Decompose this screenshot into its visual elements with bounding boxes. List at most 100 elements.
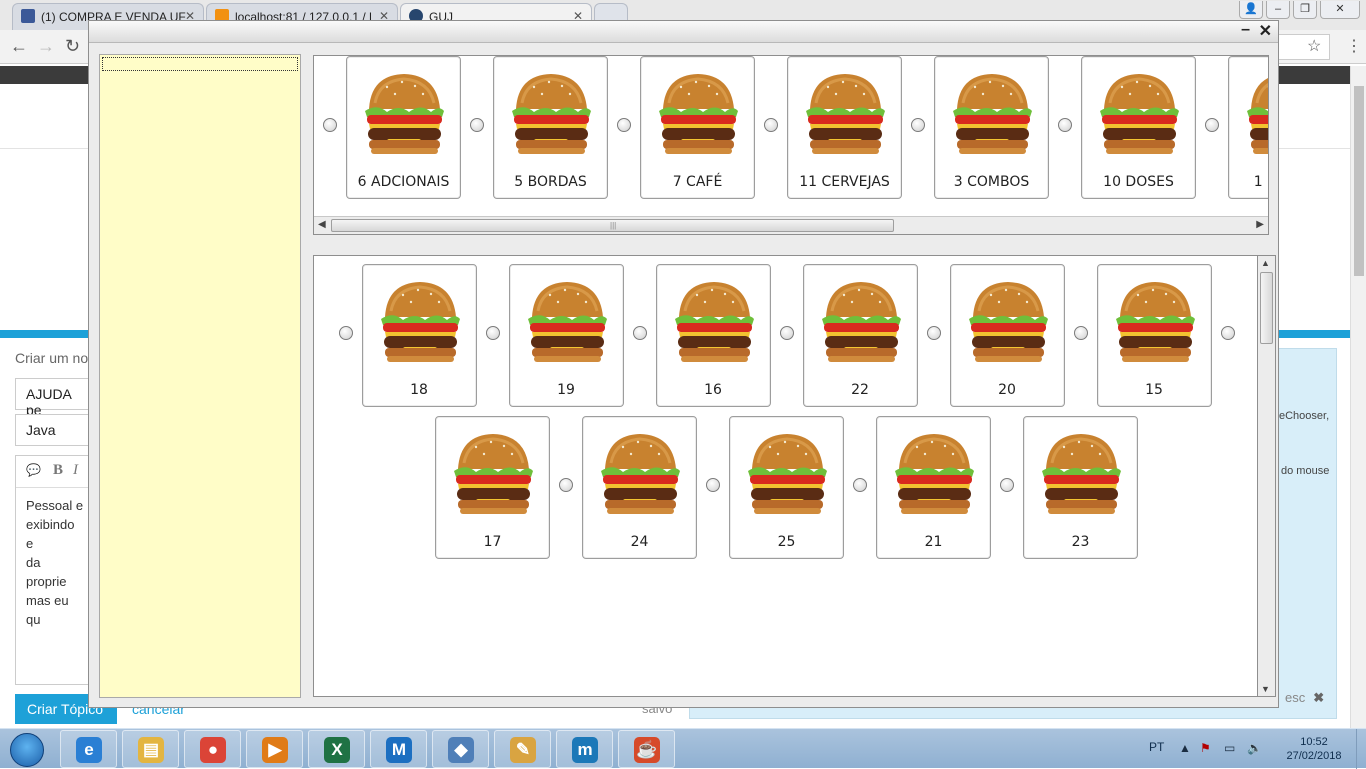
volume-icon[interactable]: 🔈: [1247, 741, 1262, 755]
product-card[interactable]: 21: [876, 416, 991, 559]
page-scrollbar-thumb[interactable]: [1354, 86, 1364, 276]
product-radio[interactable]: [706, 478, 720, 492]
product-card[interactable]: 25: [729, 416, 844, 559]
category-card[interactable]: 6 ADCIONAIS: [346, 56, 461, 199]
product-radio[interactable]: [926, 326, 941, 340]
product-card[interactable]: 20: [949, 264, 1065, 407]
scroll-down-icon[interactable]: ▼: [1261, 684, 1270, 694]
category-label: 10 DOSES: [1103, 174, 1174, 190]
category-card[interactable]: 1 PIZZAS: [1228, 56, 1268, 199]
dialog-close-button[interactable]: ✕: [1259, 21, 1272, 41]
taskbar-button[interactable]: ●: [184, 730, 241, 768]
product-card[interactable]: 15: [1096, 264, 1212, 407]
category-radio[interactable]: [323, 118, 337, 132]
category-card[interactable]: 11 CERVEJAS: [787, 56, 902, 199]
category-label: 11 CERVEJAS: [799, 174, 890, 190]
action-center-icon[interactable]: ⚑: [1200, 741, 1211, 755]
product-card[interactable]: 22: [802, 264, 918, 407]
category-card[interactable]: 3 COMBOS: [934, 56, 1049, 199]
scroll-left-icon[interactable]: ◀: [318, 219, 326, 230]
forward-arrow-icon[interactable]: →: [37, 36, 55, 57]
close-button[interactable]: ✕: [1320, 1, 1360, 19]
product-radio[interactable]: [632, 326, 647, 340]
profile-icon[interactable]: 👤: [1239, 1, 1263, 19]
close-x-icon[interactable]: ✖: [1313, 690, 1324, 705]
page-scrollbar[interactable]: [1350, 66, 1366, 728]
category-card[interactable]: 5 BORDAS: [493, 56, 608, 199]
editor-line: Pessoal e: [26, 498, 84, 513]
category-item: 11 CERVEJAS: [755, 56, 902, 199]
start-button[interactable]: [2, 730, 50, 768]
taskbar-button[interactable]: M: [370, 730, 427, 768]
category-item: 1 PIZZAS: [1196, 56, 1268, 199]
taskbar-button[interactable]: ▤: [122, 730, 179, 768]
network-icon[interactable]: ▭: [1224, 741, 1235, 755]
horizontal-scrollbar[interactable]: ◀ ||| ▶: [314, 216, 1268, 234]
show-desktop-button[interactable]: [1356, 729, 1366, 769]
category-select[interactable]: Java: [15, 414, 95, 446]
bookmark-star-icon[interactable]: ☆: [1307, 36, 1321, 56]
product-radio[interactable]: [1000, 478, 1014, 492]
category-card[interactable]: 7 CAFÉ: [640, 56, 755, 199]
vertical-scrollbar-thumb[interactable]: [1260, 272, 1273, 344]
language-indicator[interactable]: PT: [1149, 740, 1164, 754]
post-editor[interactable]: 💬 B I Pessoal e exibindo e da proprie mas …: [15, 455, 95, 685]
product-radio[interactable]: [853, 478, 867, 492]
category-radio[interactable]: [911, 118, 925, 132]
menu-icon[interactable]: ⋮: [1346, 36, 1362, 56]
address-bar[interactable]: [1278, 34, 1330, 60]
horizontal-scrollbar-thumb[interactable]: |||: [331, 219, 894, 232]
category-radio[interactable]: [470, 118, 484, 132]
product-radio[interactable]: [1073, 326, 1088, 340]
focused-list-item[interactable]: [102, 57, 298, 71]
product-radio[interactable]: [779, 326, 794, 340]
taskbar-button[interactable]: ☕: [618, 730, 675, 768]
product-card[interactable]: 19: [508, 264, 624, 407]
dialog-titlebar[interactable]: – ✕: [89, 21, 1278, 43]
editor-line: da proprie: [26, 555, 67, 589]
scroll-up-icon[interactable]: ▲: [1261, 258, 1270, 268]
editor-body[interactable]: Pessoal e exibindo e da proprie mas eu q…: [16, 488, 94, 637]
taskbar-button[interactable]: ✎: [494, 730, 551, 768]
category-card[interactable]: 10 DOSES: [1081, 56, 1196, 199]
reload-icon[interactable]: ↻: [65, 36, 80, 57]
minimize-button[interactable]: –: [1266, 1, 1290, 19]
maximize-button[interactable]: ❐: [1293, 1, 1317, 19]
taskbar-button[interactable]: X: [308, 730, 365, 768]
show-hidden-icons-icon[interactable]: ▲: [1179, 741, 1191, 755]
order-list-panel[interactable]: [99, 54, 301, 698]
product-card[interactable]: 16: [655, 264, 771, 407]
product-radio[interactable]: [338, 326, 353, 340]
product-card[interactable]: 17: [435, 416, 550, 559]
burger-image: [365, 74, 444, 154]
product-radio[interactable]: [485, 326, 500, 340]
taskbar-button[interactable]: ◆: [432, 730, 489, 768]
system-clock[interactable]: 10:52 27/02/2018: [1284, 735, 1344, 763]
product-item: 16: [624, 264, 771, 407]
product-card[interactable]: 23: [1023, 416, 1138, 559]
category-scroll-pane[interactable]: 6 ADCIONAIS 5 BORDAS 7 CAFÉ 11 CERVEJAS 3 CO…: [313, 55, 1269, 235]
taskbar-button[interactable]: ▶: [246, 730, 303, 768]
product-card[interactable]: 24: [582, 416, 697, 559]
category-radio[interactable]: [617, 118, 631, 132]
dialog-minimize-button[interactable]: –: [1241, 21, 1250, 39]
category-radio[interactable]: [764, 118, 778, 132]
category-radio[interactable]: [1058, 118, 1072, 132]
burger-image: [953, 74, 1032, 154]
esc-close[interactable]: esc ✖: [1285, 690, 1324, 706]
product-radio[interactable]: [1220, 326, 1235, 340]
vertical-scrollbar[interactable]: ▲ ▼: [1258, 255, 1276, 697]
italic-button[interactable]: I: [73, 462, 78, 478]
topic-title-input[interactable]: AJUDA pe: [15, 378, 95, 418]
category-item: 3 COMBOS: [902, 56, 1049, 199]
category-radio[interactable]: [1205, 118, 1219, 132]
scroll-right-icon[interactable]: ▶: [1256, 219, 1264, 230]
comment-icon[interactable]: 💬: [26, 463, 41, 477]
product-radio[interactable]: [559, 478, 573, 492]
product-card[interactable]: 18: [361, 264, 477, 407]
taskbar-button[interactable]: e: [60, 730, 117, 768]
product-item: 21: [876, 416, 1023, 559]
bold-button[interactable]: B: [53, 462, 63, 478]
back-arrow-icon[interactable]: ←: [10, 36, 28, 57]
taskbar-button[interactable]: m: [556, 730, 613, 768]
